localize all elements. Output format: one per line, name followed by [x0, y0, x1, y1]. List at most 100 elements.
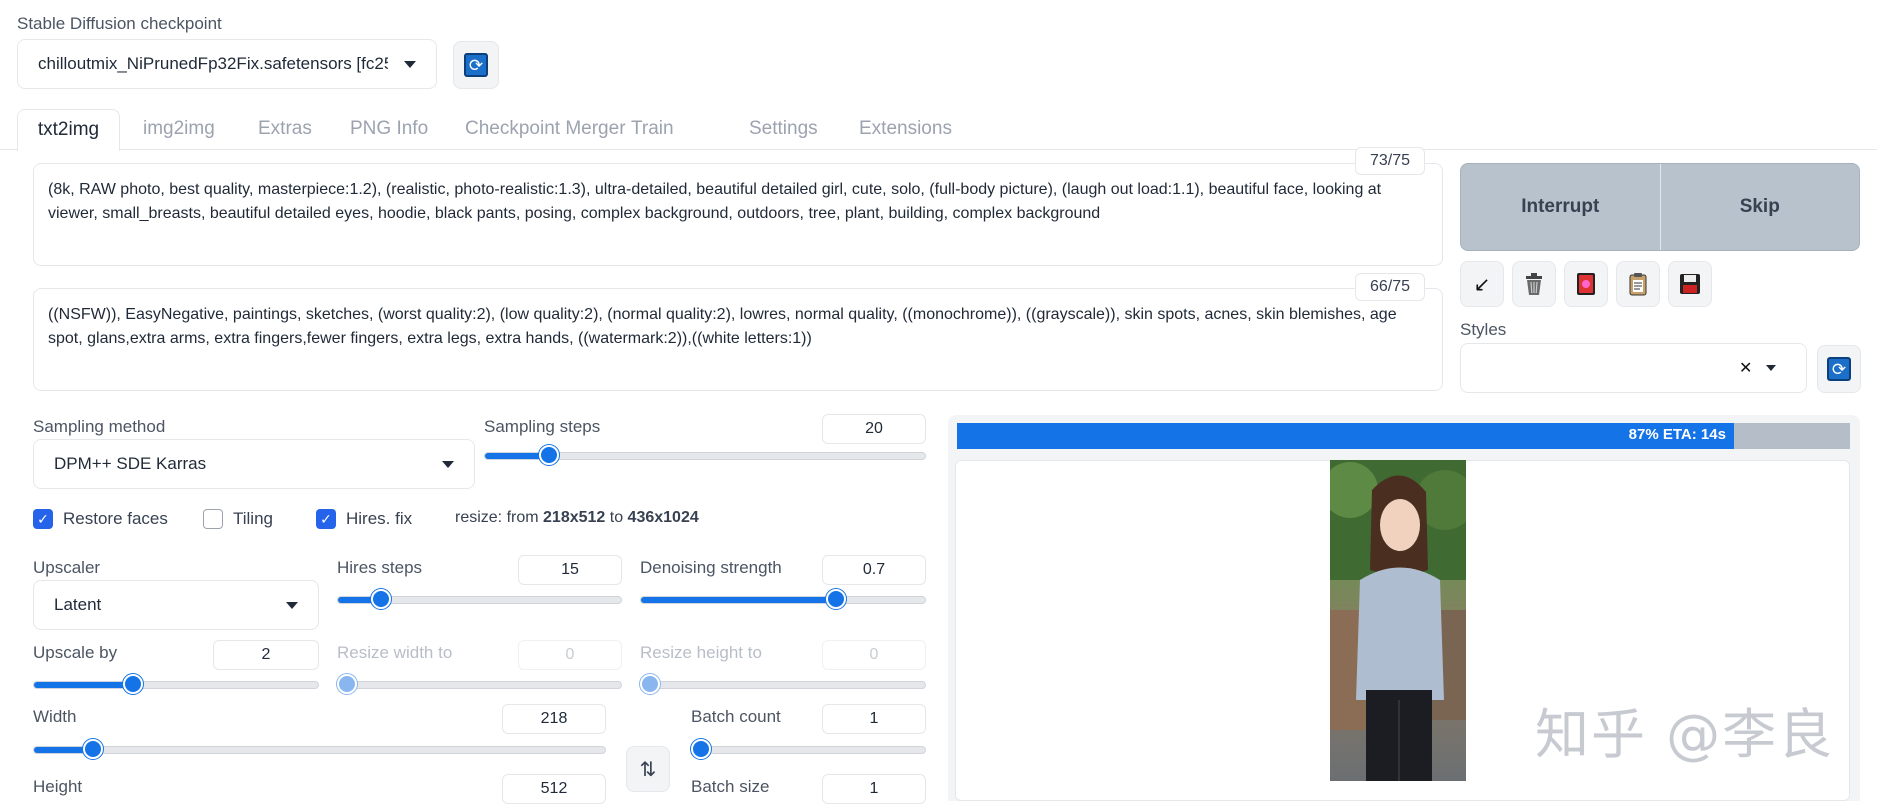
slider-thumb[interactable] [82, 739, 103, 759]
swap-dimensions-icon: ⇅ [639, 758, 657, 781]
negative-prompt-token-counter: 66/75 [1355, 273, 1425, 301]
slider-thumb[interactable] [826, 589, 847, 609]
watermark: 知乎 @李良 [1535, 703, 1835, 766]
restore-faces-checkbox[interactable]: ✓ Restore faces [33, 509, 168, 529]
resize-prefix: resize: from [455, 509, 544, 526]
upscaler-value: Latent [54, 595, 102, 614]
slider-track[interactable] [640, 596, 926, 604]
slider-track[interactable] [337, 681, 622, 689]
resize-height-slider[interactable] [640, 674, 926, 694]
height-input[interactable]: 512 [502, 774, 606, 804]
interrupt-skip-group: Interrupt Skip [1460, 163, 1860, 251]
slider-thumb[interactable] [371, 589, 392, 609]
interrupt-button[interactable]: Interrupt [1461, 164, 1661, 250]
tab-settings[interactable]: Settings [749, 118, 818, 140]
slider-thumb[interactable] [691, 739, 711, 759]
upscale-by-input[interactable]: 2 [213, 640, 319, 670]
denoising-strength-label: Denoising strength [640, 558, 782, 577]
chevron-down-icon [1766, 365, 1776, 371]
hires-steps-slider[interactable] [337, 589, 622, 609]
tab-extensions[interactable]: Extensions [859, 118, 952, 140]
slider-fill [641, 597, 840, 603]
batch-size-input[interactable]: 1 [822, 774, 926, 804]
tab-train[interactable]: Train [631, 118, 674, 140]
slider-track[interactable] [33, 681, 319, 689]
hires-steps-label: Hires steps [337, 558, 423, 577]
tab-txt2img[interactable]: txt2img [17, 109, 120, 151]
arrow-read-params-icon: ↙ [1473, 273, 1491, 296]
tab-png-info[interactable]: PNG Info [350, 118, 428, 140]
slider-fill [485, 453, 543, 459]
restore-faces-label: Restore faces [63, 509, 168, 528]
denoising-strength-slider[interactable] [640, 589, 926, 609]
slider-fill [338, 597, 375, 603]
denoising-strength-input[interactable]: 0.7 [822, 555, 926, 585]
tiling-label: Tiling [233, 509, 273, 528]
clear-styles-icon[interactable]: ✕ [1739, 358, 1752, 378]
apply-style-button[interactable] [1616, 261, 1660, 307]
sampling-method-value: DPM++ SDE Karras [54, 454, 207, 473]
checkbox-unchecked-icon [203, 509, 223, 529]
upscaler-label: Upscaler [33, 558, 101, 577]
tab-checkpoint-merger[interactable]: Checkpoint Merger [465, 118, 626, 140]
resize-height-input[interactable]: 0 [822, 640, 926, 670]
checkpoint-select[interactable]: chilloutmix_NiPrunedFp32Fix.safetensors … [17, 39, 437, 89]
portrait-illustration [1330, 460, 1466, 781]
tab-divider [0, 149, 1877, 150]
hires-fix-checkbox[interactable]: ✓ Hires. fix [316, 509, 412, 529]
slider-fill [34, 682, 131, 688]
batch-count-slider[interactable] [691, 739, 926, 759]
sampling-method-label: Sampling method [33, 417, 166, 436]
slider-thumb[interactable] [337, 674, 357, 694]
slider-thumb[interactable] [538, 445, 559, 465]
slider-track[interactable] [33, 746, 606, 754]
chevron-down-icon [404, 61, 416, 68]
resize-width-input[interactable]: 0 [518, 640, 622, 670]
slider-track[interactable] [691, 746, 926, 754]
width-slider[interactable] [33, 739, 606, 759]
width-label: Width [33, 707, 77, 726]
hires-steps-input[interactable]: 15 [518, 555, 622, 585]
styles-refresh-button[interactable]: ⟳ [1817, 345, 1861, 393]
height-label: Height [33, 777, 83, 796]
skip-button[interactable]: Skip [1661, 164, 1860, 250]
styles-label: Styles [1460, 320, 1507, 339]
refresh-icon: ⟳ [1827, 357, 1851, 381]
checkpoint-refresh-button[interactable]: ⟳ [453, 41, 499, 89]
checkpoint-value: chilloutmix_NiPrunedFp32Fix.safetensors … [38, 54, 388, 73]
resize-to: 436x1024 [627, 509, 699, 526]
upscale-by-slider[interactable] [33, 674, 319, 694]
batch-count-input[interactable]: 1 [822, 704, 926, 734]
extra-networks-button[interactable] [1564, 261, 1608, 307]
width-input[interactable]: 218 [502, 704, 606, 734]
chevron-down-icon [286, 602, 298, 609]
slider-thumb[interactable] [640, 674, 660, 694]
checkpoint-label: Stable Diffusion checkpoint [17, 14, 222, 33]
sampling-steps-slider[interactable] [484, 445, 926, 465]
read-params-button[interactable]: ↙ [1460, 261, 1504, 307]
generated-image-preview[interactable] [1330, 460, 1466, 781]
prompt-textarea[interactable]: (8k, RAW photo, best quality, masterpiec… [33, 163, 1443, 266]
tab-extras[interactable]: Extras [258, 118, 312, 140]
negative-prompt-textarea[interactable]: ((NSFW)), EasyNegative, paintings, sketc… [33, 288, 1443, 391]
upscale-by-label: Upscale by [33, 643, 118, 662]
checkbox-checked-icon: ✓ [316, 509, 336, 529]
sampling-method-select[interactable]: DPM++ SDE Karras [33, 439, 475, 489]
clear-prompt-button[interactable] [1512, 261, 1556, 307]
red-card-extra-networks-icon [1577, 273, 1595, 295]
slider-thumb[interactable] [123, 674, 144, 694]
resize-width-label: Resize width to [337, 643, 453, 662]
progress-bar: 87% ETA: 14s [957, 423, 1850, 449]
progress-fill: 87% ETA: 14s [957, 423, 1734, 449]
swap-dimensions-button[interactable]: ⇅ [626, 746, 670, 792]
tiling-checkbox[interactable]: Tiling [203, 509, 273, 529]
tab-img2img[interactable]: img2img [143, 118, 215, 140]
sampling-steps-input[interactable]: 20 [822, 414, 926, 444]
slider-track[interactable] [640, 681, 926, 689]
styles-select[interactable]: ✕ [1460, 343, 1807, 393]
resize-width-slider[interactable] [337, 674, 622, 694]
sampling-steps-label: Sampling steps [484, 417, 601, 436]
save-style-button[interactable] [1668, 261, 1712, 307]
chevron-down-icon [442, 461, 454, 468]
upscaler-select[interactable]: Latent [33, 580, 319, 630]
